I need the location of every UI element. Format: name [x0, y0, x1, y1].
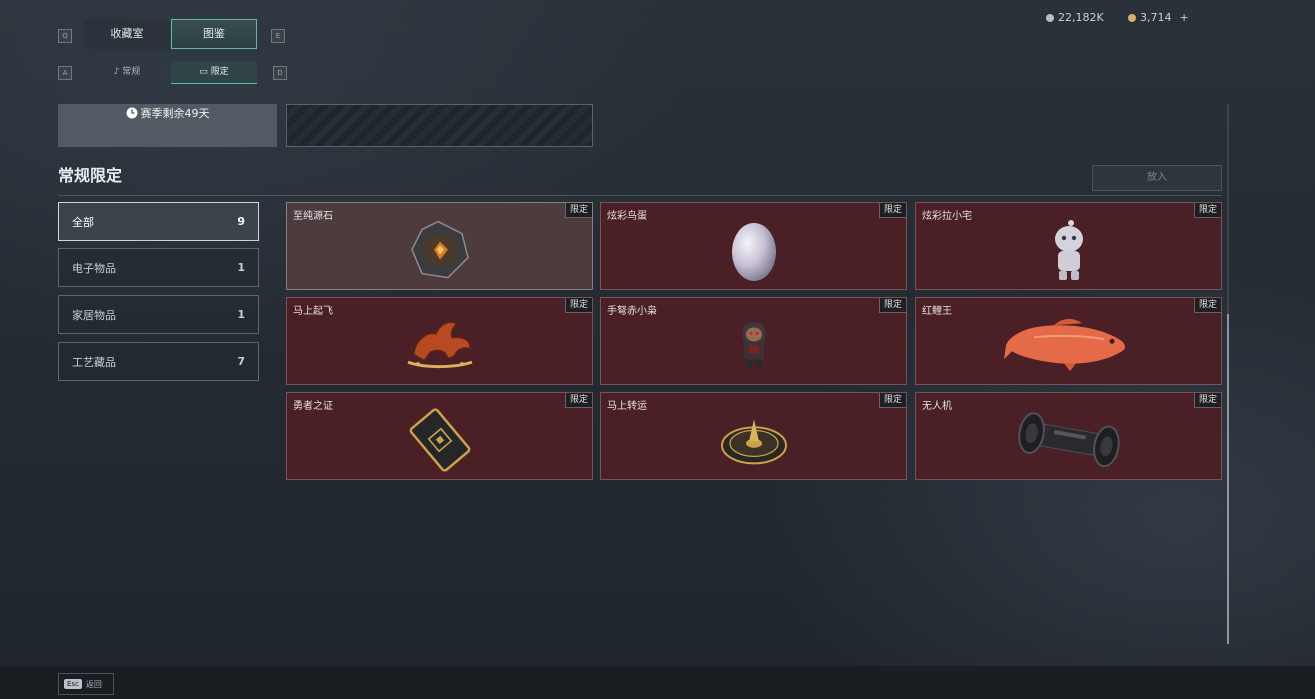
item-name: 无人机	[922, 401, 952, 412]
scrollbar-thumb[interactable]	[1227, 314, 1229, 644]
horse-icon	[406, 322, 472, 369]
compass-icon	[720, 419, 787, 465]
gold-coin-icon	[1128, 13, 1136, 22]
hotkey-a: A	[58, 66, 72, 80]
limited-badge: 限定	[564, 298, 592, 313]
fish-icon	[1003, 318, 1125, 372]
item-card[interactable]: 手弩赤小枭 限定	[600, 297, 907, 385]
limited-badge: 限定	[878, 298, 906, 313]
item-name: 至纯源石	[293, 211, 333, 222]
put-in-button[interactable]: 放入	[1092, 165, 1222, 191]
hotkey-d: D	[273, 66, 287, 80]
item-card[interactable]: 勇者之证 限定	[286, 392, 593, 480]
tab-collection-room[interactable]: 收藏室	[84, 19, 170, 49]
item-card[interactable]: 炫彩拉小宅 限定	[915, 202, 1222, 290]
item-name: 马上转运	[607, 401, 647, 412]
category-label: 工艺藏品	[72, 355, 116, 369]
egg-icon	[731, 222, 776, 281]
category-all[interactable]: 全部 9	[58, 202, 259, 241]
add-currency-button[interactable]: +	[1180, 11, 1189, 24]
item-name: 手弩赤小枭	[607, 306, 657, 317]
doll-icon	[742, 322, 765, 370]
item-name: 马上起飞	[293, 306, 333, 317]
item-name: 炫彩鸟蛋	[607, 211, 647, 222]
hotkey-e: E	[271, 29, 285, 43]
currency-silver: 22,182K	[1046, 11, 1104, 24]
category-crafts[interactable]: 工艺藏品 7	[58, 342, 259, 381]
category-electronics[interactable]: 电子物品 1	[58, 248, 259, 287]
category-label: 家居物品	[72, 308, 116, 322]
section-divider	[58, 195, 1222, 196]
back-button[interactable]: Esc 返回	[58, 673, 114, 695]
category-count: 7	[237, 355, 245, 368]
category-count: 1	[237, 308, 245, 321]
limited-badge: 限定	[1193, 203, 1221, 218]
category-home[interactable]: 家居物品 1	[58, 295, 259, 334]
limited-badge: 限定	[1193, 298, 1221, 313]
category-label: 全部	[72, 215, 94, 229]
card-icon	[409, 408, 470, 472]
currency-gold: 3,714 +	[1128, 11, 1189, 24]
back-label: 返回	[85, 679, 102, 689]
tab-limited[interactable]: ▭ 限定	[171, 61, 257, 84]
item-card[interactable]: 炫彩鸟蛋 限定	[600, 202, 907, 290]
currency-silver-value: 22,182K	[1058, 11, 1104, 24]
limited-badge: 限定	[564, 393, 592, 408]
item-name: 勇者之证	[293, 401, 333, 412]
tab-regular-label: 常规	[122, 67, 141, 77]
item-card[interactable]: 马上转运 限定	[600, 392, 907, 480]
item-card[interactable]: 至纯源石 限定	[286, 202, 593, 290]
item-card[interactable]: 无人机 限定	[915, 392, 1222, 480]
item-name: 红鲤王	[922, 306, 952, 317]
limited-icon: ▭	[199, 67, 208, 77]
drone-part-icon	[1017, 412, 1120, 468]
category-count: 9	[237, 215, 245, 228]
limited-badge: 限定	[564, 203, 592, 218]
currency-gold-value: 3,714	[1140, 11, 1172, 24]
limited-badge: 限定	[878, 393, 906, 408]
limited-badge: 限定	[878, 203, 906, 218]
clock-icon	[126, 107, 137, 119]
silver-coin-icon	[1046, 13, 1054, 22]
footer-bar	[0, 666, 1315, 699]
season-panel: 赛季剩余49天	[58, 104, 277, 147]
category-label: 电子物品	[72, 261, 116, 275]
tab-catalog[interactable]: 图鉴	[171, 19, 257, 49]
item-name: 炫彩拉小宅	[922, 211, 972, 222]
section-title: 常规限定	[58, 166, 123, 185]
regular-icon: ♪	[113, 67, 120, 77]
item-card[interactable]: 马上起飞 限定	[286, 297, 593, 385]
scrollbar[interactable]	[1227, 104, 1229, 644]
hotkey-q: Q	[58, 29, 72, 43]
limited-badge: 限定	[1193, 393, 1221, 408]
esc-key-icon: Esc	[64, 679, 82, 689]
crystal-icon	[410, 220, 469, 279]
empty-slot-panel	[286, 104, 593, 147]
item-card[interactable]: 红鲤王 限定	[915, 297, 1222, 385]
season-remaining-text: 赛季剩余49天	[140, 107, 210, 120]
category-count: 1	[237, 261, 245, 274]
tab-limited-label: 限定	[210, 67, 229, 77]
tab-regular[interactable]: ♪ 常规	[84, 61, 170, 83]
figure-icon	[1054, 219, 1083, 280]
